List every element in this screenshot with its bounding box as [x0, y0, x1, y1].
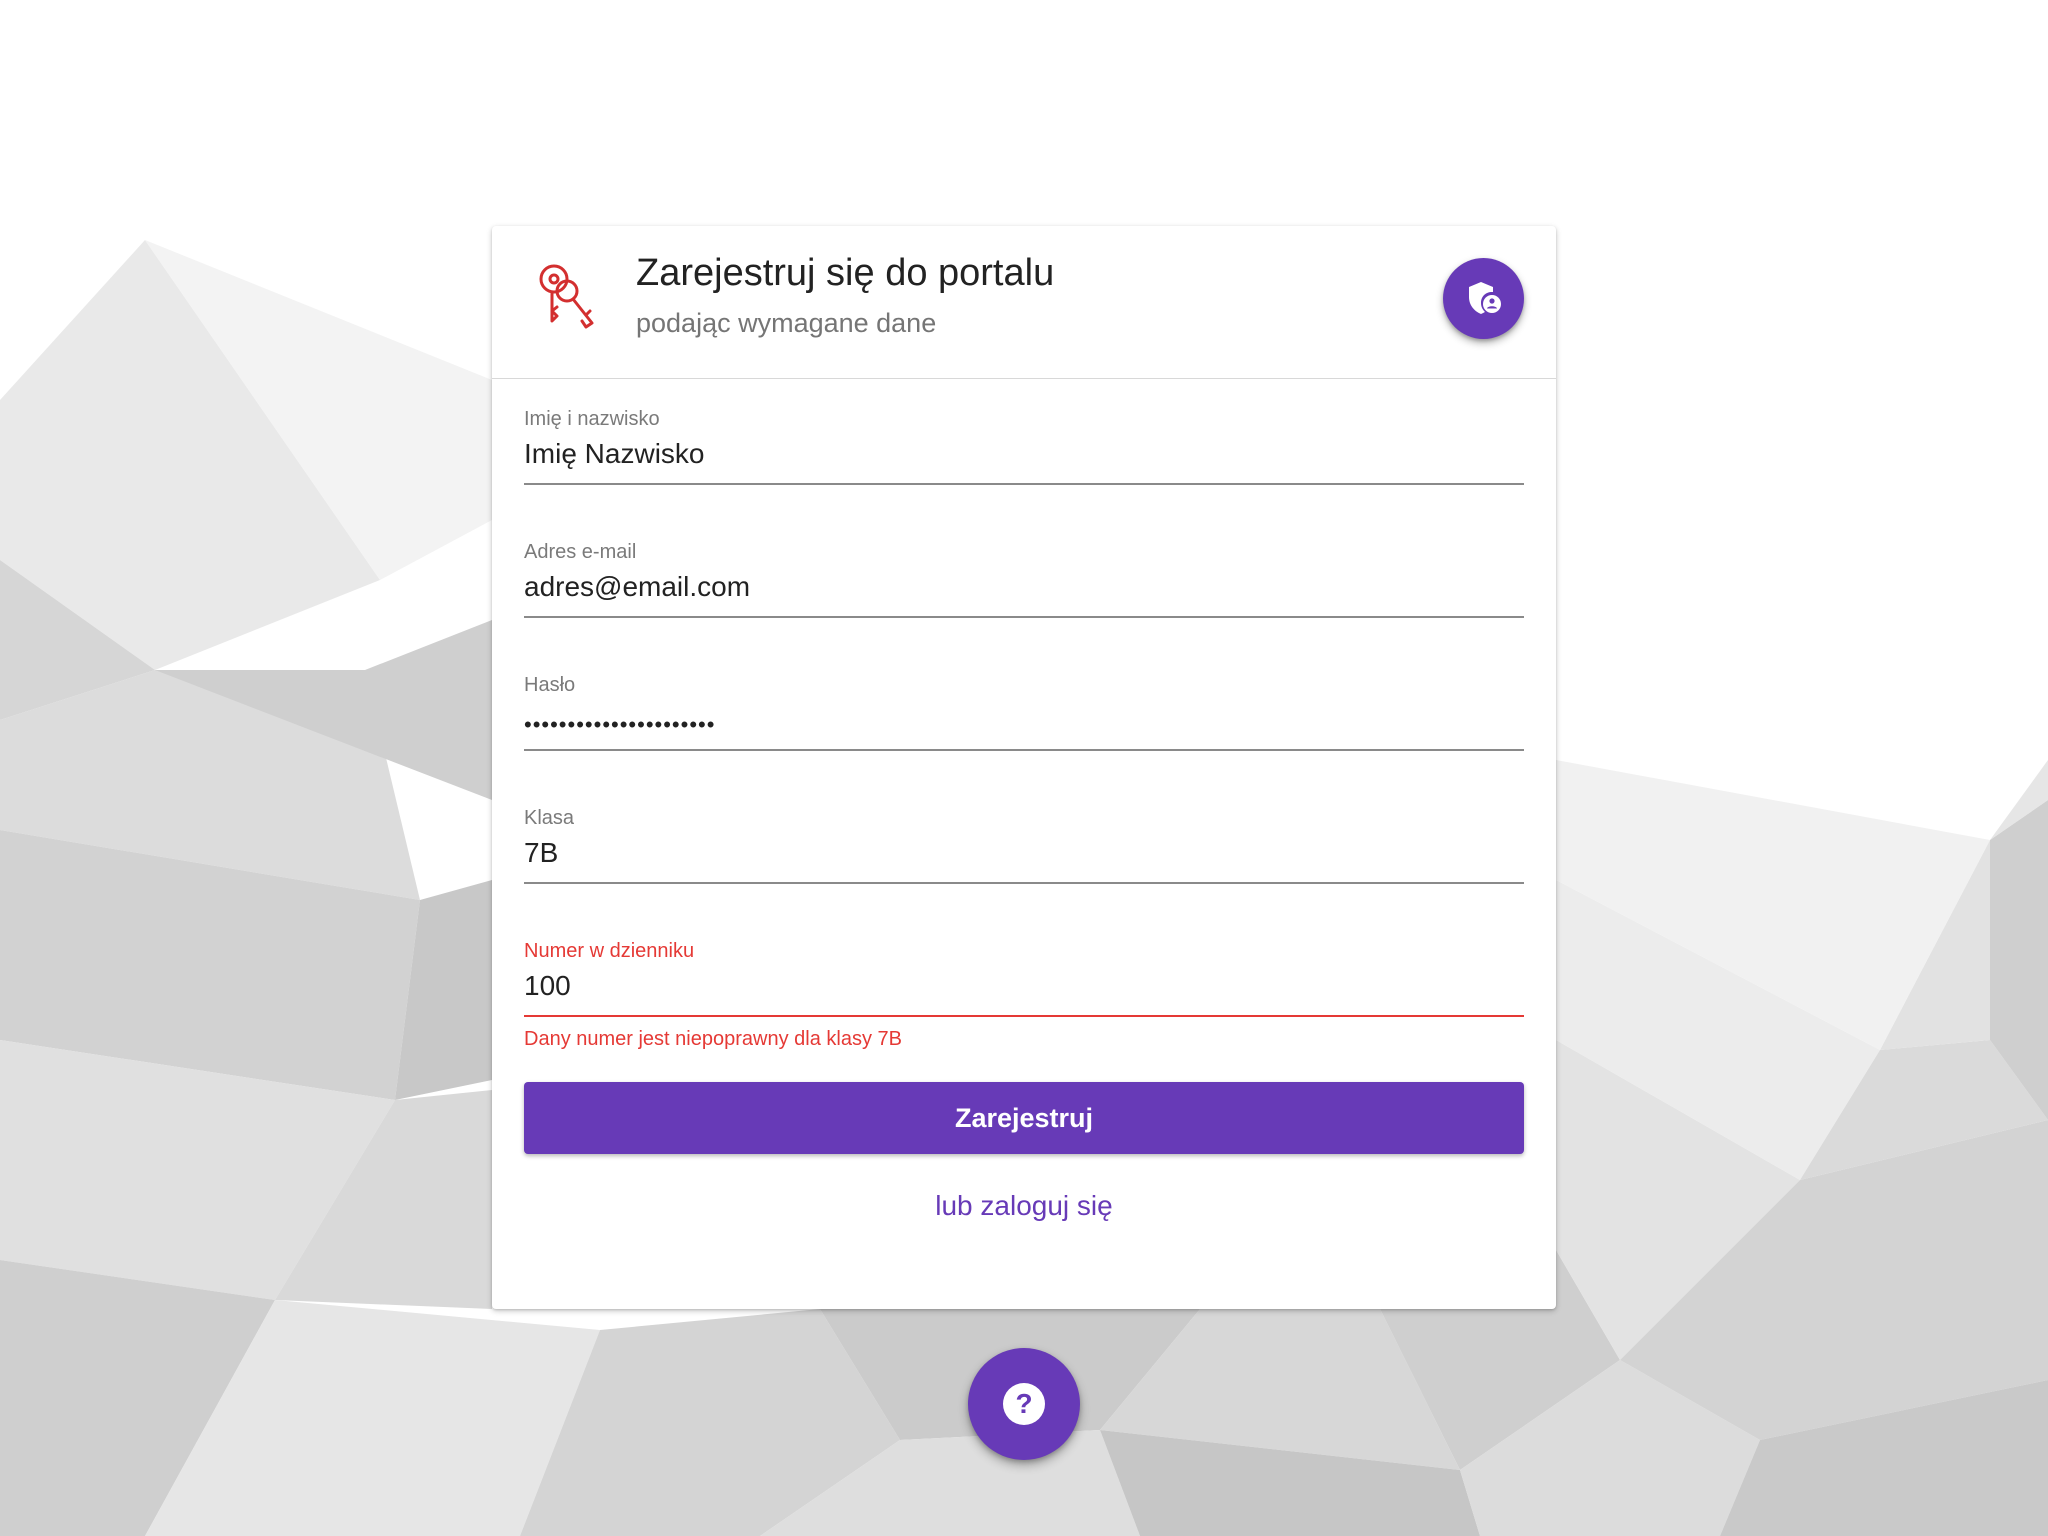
- full-name-underline: [524, 483, 1524, 485]
- svg-text:?: ?: [1015, 1388, 1032, 1419]
- password-underline: [524, 749, 1524, 751]
- class-field[interactable]: Klasa 7B: [524, 807, 1524, 940]
- full-name-field[interactable]: Imię i nazwisko Imię Nazwisko: [524, 408, 1524, 541]
- password-input[interactable]: ••••••••••••••••••••••: [524, 712, 715, 738]
- journal-number-field[interactable]: Numer w dzienniku 100 Dany numer jest ni…: [524, 940, 1524, 1073]
- password-field[interactable]: Hasło ••••••••••••••••••••••: [524, 674, 1524, 807]
- class-underline: [524, 882, 1524, 884]
- full-name-label: Imię i nazwisko: [524, 408, 660, 430]
- journal-number-input[interactable]: 100: [524, 970, 571, 1002]
- journal-number-label: Numer w dzienniku: [524, 940, 695, 962]
- shield-user-icon: [1468, 281, 1501, 314]
- register-card: Zarejestruj się do portalu podając wymag…: [492, 226, 1556, 1309]
- login-link[interactable]: lub zaloguj się: [492, 1190, 1556, 1222]
- registration-form: Imię i nazwisko Imię Nazwisko Adres e-ma…: [524, 408, 1524, 1073]
- journal-number-error: Dany numer jest niepoprawny dla klasy 7B: [524, 1028, 902, 1050]
- page-subtitle: podając wymagane dane: [636, 308, 937, 338]
- help-icon: ?: [1003, 1383, 1045, 1425]
- register-button[interactable]: Zarejestruj: [524, 1082, 1524, 1154]
- keys-icon: [539, 264, 594, 329]
- email-field[interactable]: Adres e-mail adres@email.com: [524, 541, 1524, 674]
- card-header: Zarejestruj się do portalu podając wymag…: [492, 226, 1556, 379]
- password-label: Hasło: [524, 674, 576, 696]
- email-underline: [524, 616, 1524, 618]
- journal-number-underline: [524, 1015, 1524, 1017]
- class-input[interactable]: 7B: [524, 837, 558, 869]
- privacy-button[interactable]: [1443, 258, 1524, 339]
- class-label: Klasa: [524, 807, 575, 829]
- email-label: Adres e-mail: [524, 541, 637, 563]
- full-name-input[interactable]: Imię Nazwisko: [524, 438, 704, 470]
- page-title: Zarejestruj się do portalu: [636, 252, 1055, 294]
- email-input[interactable]: adres@email.com: [524, 571, 750, 603]
- help-button[interactable]: ?: [968, 1348, 1080, 1460]
